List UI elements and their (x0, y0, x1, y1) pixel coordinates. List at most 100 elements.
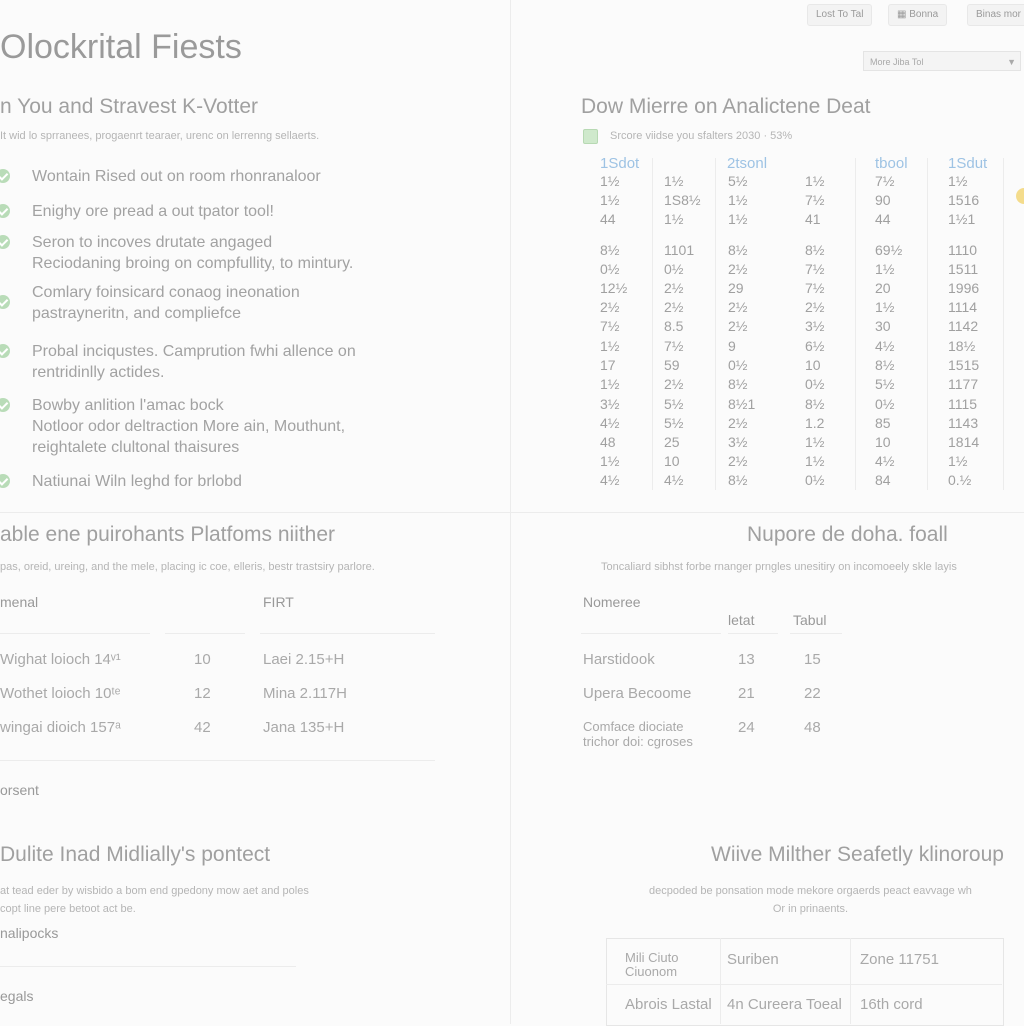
check-icon (0, 344, 10, 358)
grid-cell: 0½ (664, 261, 684, 277)
grid-cell: 2½ (664, 376, 684, 392)
platform-subtitle: pas, oreid, ureing, and the mele, placin… (0, 561, 375, 573)
filter-select-value: More Jiba Tol (870, 57, 924, 67)
nupore-subtitle: Toncaliard sibhst forbe rnanger prngles … (601, 561, 957, 573)
grid-cell: 18½ (948, 338, 976, 354)
grid-column-header[interactable]: 1Sdut (948, 155, 987, 172)
grid-cell: 7½ (875, 173, 895, 189)
checkbox-label: Srcore viidse you sfalters 2030 · 53% (610, 130, 793, 142)
grid-divider-2 (715, 158, 716, 490)
grid-cell: 1½ (875, 261, 895, 277)
grid-cell: 1S8½ (664, 192, 701, 208)
midially-subtitle: at tead eder by wisbido a bom end gpedon… (0, 885, 309, 915)
platform-header-first: FIRT (263, 594, 294, 610)
grid-cell: 1½ (600, 453, 620, 469)
grid-column-header[interactable]: tbool (875, 155, 908, 172)
seafetly-divider (850, 938, 851, 1024)
grid-cell: 1½ (805, 434, 825, 450)
platform-header-rule (260, 633, 435, 634)
top-button-3[interactable]: Binas mor (967, 4, 1024, 26)
grid-cell: 25 (664, 434, 680, 450)
grid-cell: 0½ (805, 376, 825, 392)
grid-cell: 1.2 (805, 415, 825, 431)
grid-cell: 3½ (805, 318, 825, 334)
grid-cell: 5½ (664, 415, 684, 431)
checklist-item-text: Seron to incoves drutate angaged Recioda… (32, 234, 354, 272)
platform-row-name: Wighat loioch 14ᵛ¹ (0, 651, 121, 668)
grid-cell: 4½ (875, 453, 895, 469)
grid-cell: 1814 (948, 434, 980, 450)
grid-cell: 2½ (600, 299, 620, 315)
grid-cell: 1½ (805, 173, 825, 189)
nupore-row-value: 22 (804, 685, 821, 702)
nupore-row-name: Comface diociate trichor doi: cgroses (583, 719, 693, 749)
grid-cell: 1110 (948, 242, 978, 258)
top-button-1[interactable]: Lost To Tal (807, 4, 873, 26)
status-dot-icon (1016, 188, 1024, 204)
grid-cell: 1143 (948, 415, 979, 431)
grid-cell: 10 (805, 357, 821, 373)
filter-checkbox[interactable] (583, 129, 598, 144)
grid-cell: 1516 (948, 192, 980, 208)
grid-column-header[interactable]: 2tsonl (727, 155, 767, 172)
grid-cell: 1½1 (948, 211, 976, 227)
grid-column-header[interactable]: 1Sdot (600, 155, 639, 172)
checklist-item: Wontain Rised out on room rhonranaloor (0, 166, 321, 187)
grid-cell: 0½ (728, 357, 748, 373)
checklist-subtitle: It wid lo sprranees, progaenrt tearaer, … (0, 130, 320, 142)
chevron-down-icon: ▼ (1007, 57, 1016, 67)
grid-cell: 29 (728, 280, 744, 296)
grid-cell: 0½ (875, 396, 895, 412)
grid-cell: 7½ (664, 338, 684, 354)
checklist-item-text: Enighy ore pread a out tpator tool! (32, 203, 274, 220)
seafetly-cell: 4n Cureera Toeal (727, 996, 842, 1013)
nupore-header-rule (790, 633, 842, 634)
grid-cell: 8½1 (728, 396, 756, 412)
grid-cell: 2½ (728, 299, 748, 315)
checklist-item: Probal inciqustes. Camprution fwhi allen… (0, 341, 356, 383)
grid-cell: 90 (875, 192, 891, 208)
platform-footer[interactable]: orsent (0, 782, 39, 798)
grid-cell: 7½ (805, 261, 825, 277)
grid-cell: 3½ (728, 434, 748, 450)
platform-header-name: menal (0, 594, 39, 610)
grid-cell: 7½ (805, 192, 825, 208)
grid-cell: 2½ (728, 261, 748, 277)
grid-cell: 1142 (948, 318, 979, 334)
filter-select[interactable]: More Jiba Tol ▼ (863, 51, 1021, 71)
grid-cell: 44 (600, 211, 616, 227)
grid-cell: 17 (600, 357, 616, 373)
grid-cell: 1996 (948, 280, 980, 296)
check-icon (0, 204, 10, 218)
platform-footer-rule (0, 760, 435, 761)
grid-cell: 85 (875, 415, 891, 431)
grid-cell: 1177 (948, 376, 979, 392)
grid-cell: 1½ (600, 173, 620, 189)
midially-label-1: nalipocks (0, 925, 59, 941)
grid-cell: 8½ (805, 396, 825, 412)
grid-cell: 4½ (875, 338, 895, 354)
grid-cell: 1½ (600, 376, 620, 392)
check-icon (0, 474, 10, 488)
grid-cell: 9 (728, 338, 736, 354)
grid-cell: 1511 (948, 261, 979, 277)
seafetly-cell: Abrois Lastal (625, 996, 712, 1013)
checklist-item: Seron to incoves drutate angaged Recioda… (0, 232, 353, 274)
checklist-item: Bowby anlition l'amac bock Notloor odor … (0, 395, 345, 458)
nupore-row-name: Harstidook (583, 651, 655, 668)
seafetly-subtitle: decpoded be ponsation mode mekore orgaer… (649, 885, 972, 915)
grid-cell: 8½ (728, 376, 748, 392)
grid-cell: 2½ (664, 299, 684, 315)
grid-cell: 5½ (664, 396, 684, 412)
platform-row-date: Mina 2.117H (263, 685, 347, 702)
grid-icon: ▦ (897, 9, 910, 20)
grid-divider-4 (927, 158, 928, 490)
grid-cell: 1½ (664, 211, 684, 227)
seafetly-cell: Suriben (727, 951, 779, 968)
checklist-item-text: Natiunai Wiln leghd for brlobd (32, 473, 242, 490)
top-button-2[interactable]: ▦ Bonna (888, 4, 948, 26)
nupore-header-rule (581, 633, 721, 634)
nupore-header-2: letat (728, 612, 755, 628)
grid-cell: 44 (875, 211, 891, 227)
grid-cell: 1½ (728, 211, 748, 227)
